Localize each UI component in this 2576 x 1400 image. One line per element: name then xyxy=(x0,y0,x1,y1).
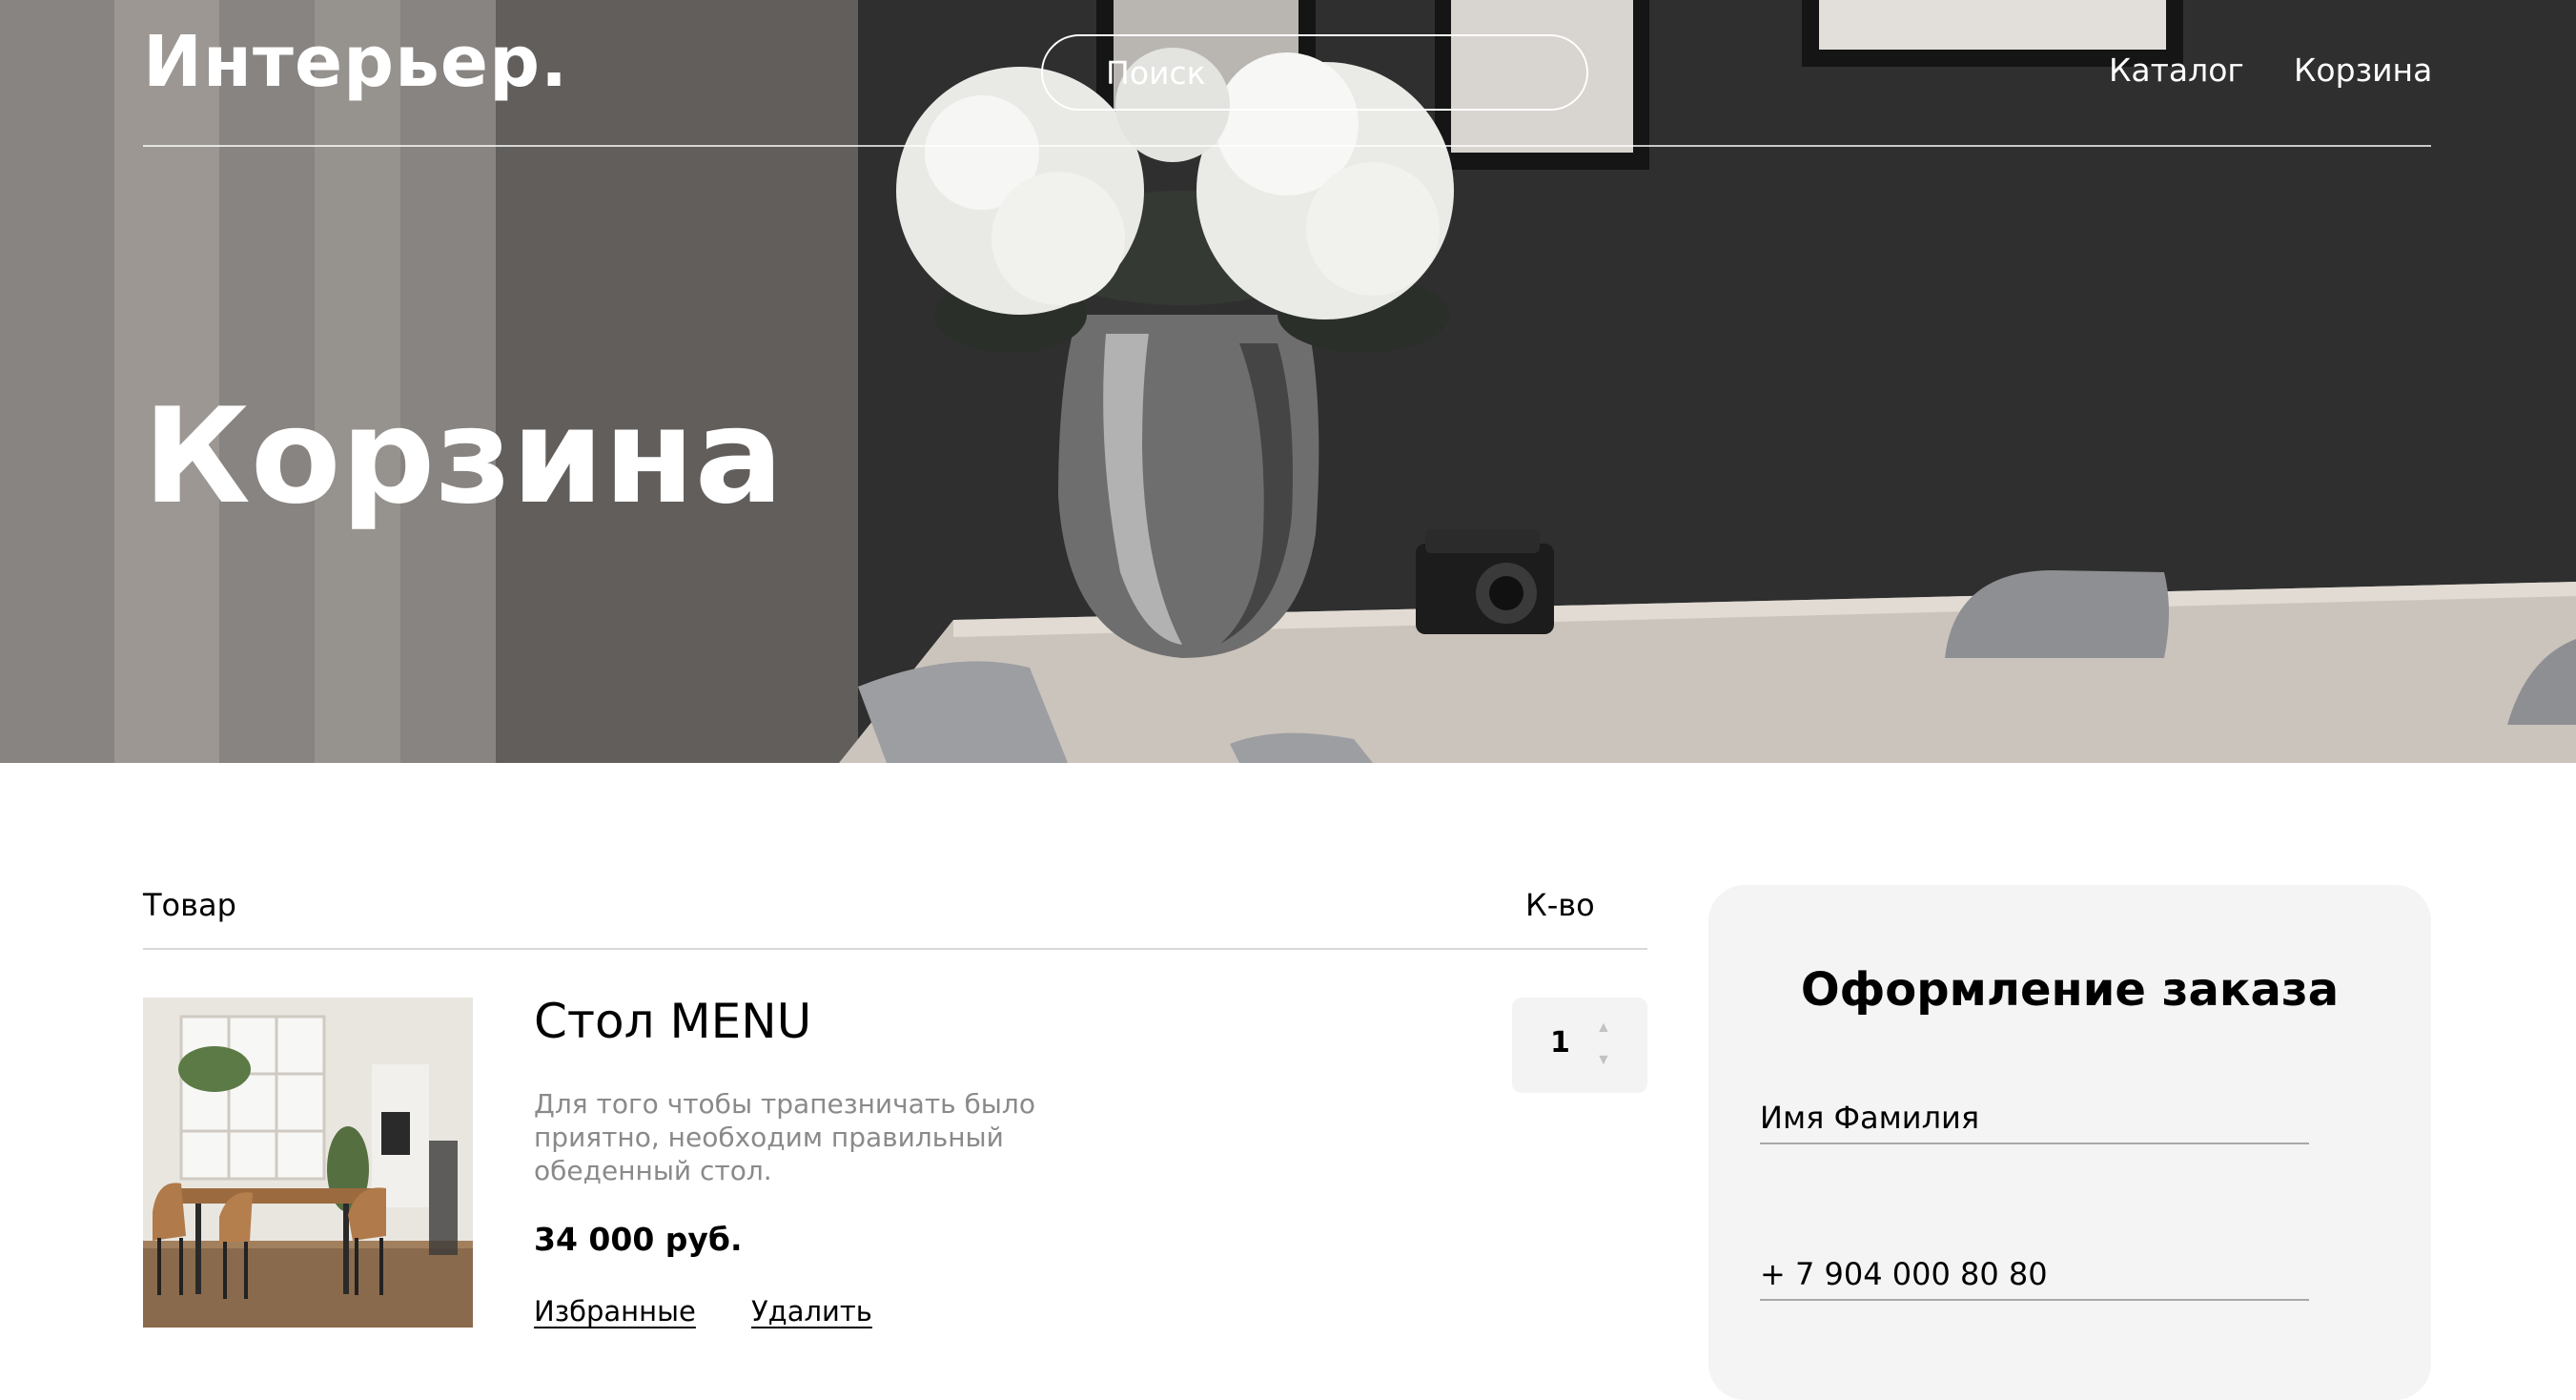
page-title: Корзина xyxy=(143,380,784,533)
product-name[interactable]: Стол MENU xyxy=(534,994,811,1049)
chevron-up-icon[interactable]: ▲ xyxy=(1596,1020,1611,1036)
product-description: Для того чтобы трапезничать было приятно… xyxy=(534,1088,1035,1186)
phone-field[interactable] xyxy=(1760,1253,2309,1301)
product-price: 34 000 руб. xyxy=(534,1221,743,1258)
nav-cart-link[interactable]: Корзина xyxy=(2294,51,2432,89)
site-logo[interactable]: Интерьер. xyxy=(143,21,568,103)
order-form-panel: Оформление заказа xyxy=(1708,885,2431,1400)
remove-item-link[interactable]: Удалить xyxy=(751,1295,872,1328)
table-header-divider xyxy=(143,948,1647,950)
column-header-quantity: К-во xyxy=(1525,887,1595,923)
name-field[interactable] xyxy=(1760,1097,2309,1144)
column-header-product: Товар xyxy=(143,887,236,923)
header-divider xyxy=(143,145,2431,147)
add-to-favorites-link[interactable]: Избранные xyxy=(534,1295,696,1328)
quantity-stepper[interactable]: 1 ▲ ▼ xyxy=(1512,998,1647,1093)
order-form-title: Оформление заказа xyxy=(1800,963,2340,1017)
dining-room-photo xyxy=(143,998,473,1328)
quantity-value: 1 xyxy=(1550,1026,1570,1060)
hero-banner: Интерьер. Поиск Каталог Корзина Корзина xyxy=(0,0,2576,763)
chevron-down-icon[interactable]: ▼ xyxy=(1596,1053,1611,1068)
product-image[interactable] xyxy=(143,998,473,1328)
nav-catalog-link[interactable]: Каталог xyxy=(2109,51,2244,89)
search-input[interactable]: Поиск xyxy=(1041,34,1588,111)
